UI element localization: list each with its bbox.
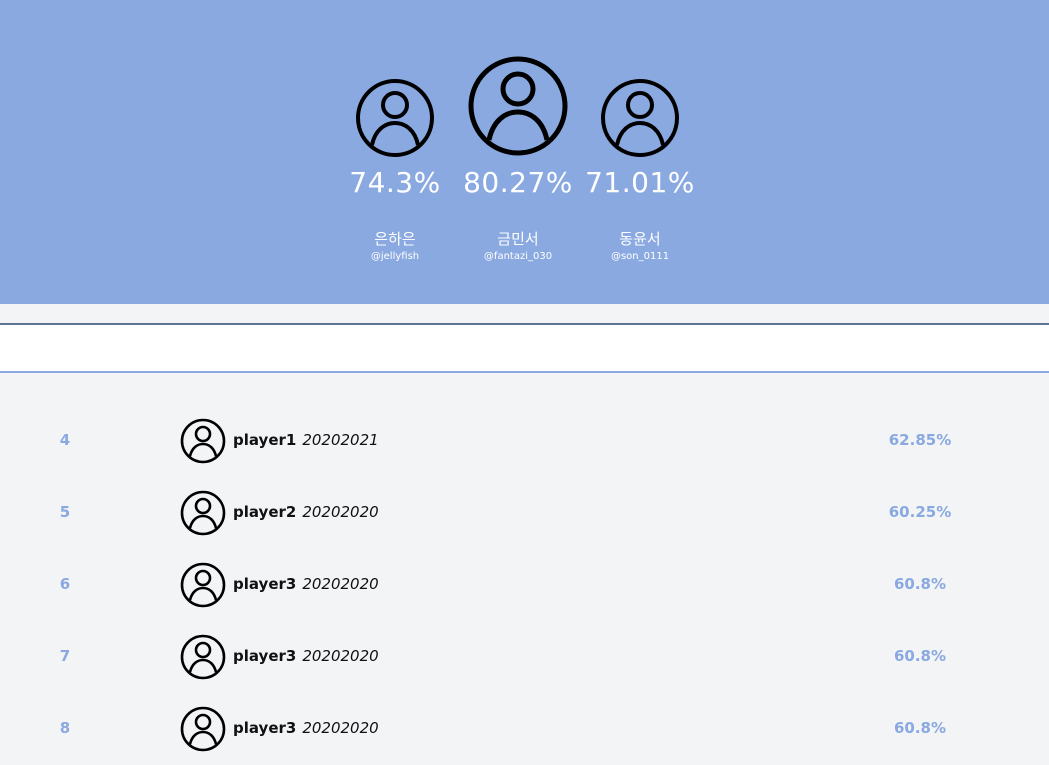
user-avatar-icon xyxy=(180,562,226,608)
tab-bar xyxy=(0,325,1049,373)
user-avatar-icon xyxy=(180,634,226,680)
player-date: 20202021 xyxy=(302,431,379,449)
podium-handle: @son_0111 xyxy=(610,251,670,262)
player-name: player1 20202021 xyxy=(233,404,379,476)
podium-first[interactable]: 80.27% 금민서 @fantazi_030 xyxy=(453,0,583,304)
user-avatar-icon xyxy=(601,79,679,157)
player-score: 60.25% xyxy=(888,503,952,521)
player-score: 62.85% xyxy=(888,431,952,449)
ranking-row[interactable]: 8 player3 20202020 60.8% xyxy=(0,692,1049,764)
player-score: 60.8% xyxy=(893,647,947,665)
player-name: player2 20202020 xyxy=(233,476,379,548)
player-name-text: player3 xyxy=(233,575,297,593)
rank-number: 8 xyxy=(59,719,71,737)
player-score: 60.8% xyxy=(893,719,947,737)
ranking-row[interactable]: 7 player3 20202020 60.8% xyxy=(0,620,1049,692)
player-name-text: player3 xyxy=(233,647,297,665)
player-name-text: player3 xyxy=(233,719,297,737)
podium-handle: @fantazi_030 xyxy=(483,251,553,262)
player-date: 20202020 xyxy=(302,647,379,665)
top-ranking-hero: 74.3% 은하은 @jellyfish 80.27% 금민서 @fantazi… xyxy=(0,0,1049,304)
rank-number: 6 xyxy=(59,575,71,593)
player-name: player3 20202020 xyxy=(233,692,379,764)
ranking-row[interactable]: 6 player3 20202020 60.8% xyxy=(0,548,1049,620)
podium-name: 금민서 xyxy=(497,230,539,248)
ranking-row[interactable]: 5 player2 20202020 60.25% xyxy=(0,476,1049,548)
podium-name: 동윤서 xyxy=(619,230,661,248)
user-avatar-icon xyxy=(180,490,226,536)
player-name-text: player1 xyxy=(233,431,297,449)
player-name: player3 20202020 xyxy=(233,548,379,620)
player-name: player3 20202020 xyxy=(233,620,379,692)
player-score: 60.8% xyxy=(893,575,947,593)
ranking-row[interactable]: 4 player1 20202021 62.85% xyxy=(0,404,1049,476)
podium-handle: @jellyfish xyxy=(370,251,420,262)
podium-name: 은하은 xyxy=(374,230,416,248)
user-avatar-icon xyxy=(180,706,226,752)
user-avatar-icon xyxy=(356,79,434,157)
rank-number: 4 xyxy=(59,431,71,449)
player-name-text: player2 xyxy=(233,503,297,521)
player-date: 20202020 xyxy=(302,719,379,737)
user-avatar-icon xyxy=(180,418,226,464)
rank-number: 7 xyxy=(59,647,71,665)
podium-score: 74.3% xyxy=(349,166,441,199)
podium-second[interactable]: 74.3% 은하은 @jellyfish xyxy=(330,0,460,304)
podium-score: 80.27% xyxy=(463,166,573,199)
rank-number: 5 xyxy=(59,503,71,521)
player-date: 20202020 xyxy=(302,503,379,521)
user-avatar-icon xyxy=(468,56,568,156)
podium-third[interactable]: 71.01% 동윤서 @son_0111 xyxy=(575,0,705,304)
podium-score: 71.01% xyxy=(585,166,695,199)
player-date: 20202020 xyxy=(302,575,379,593)
